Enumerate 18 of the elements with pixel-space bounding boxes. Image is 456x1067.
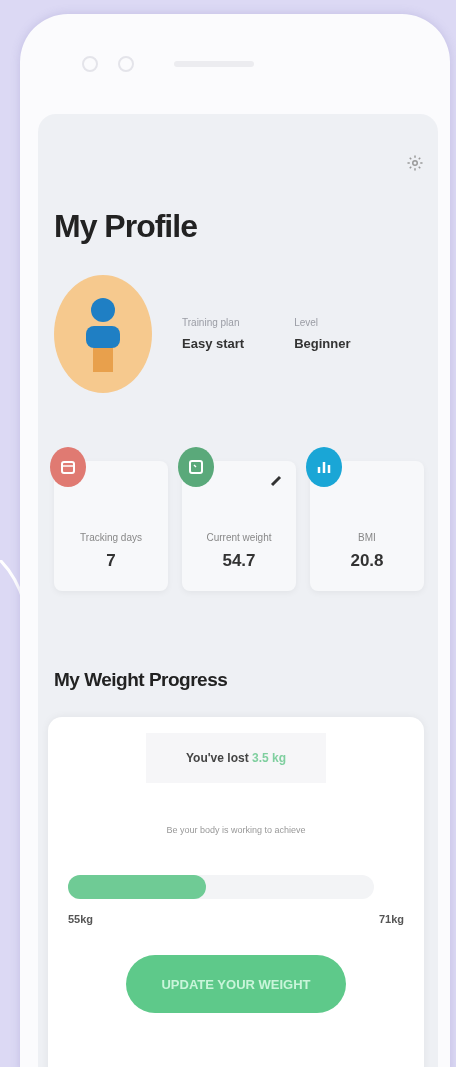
plan-value: Easy start [182, 336, 245, 351]
update-weight-button[interactable]: UPDATE YOUR WEIGHT [126, 955, 346, 1013]
goal-weight: 71kg [378, 913, 404, 925]
stat-label: BMI [358, 532, 376, 543]
stat-value: 54.7 [222, 551, 256, 571]
progress-note: Be your body is working to achieve [166, 825, 306, 835]
page-title: My Profile [54, 208, 198, 245]
section-heading: My Weight Progress [54, 669, 229, 691]
stat-label: Current weight [206, 532, 272, 543]
start-weight: 55kg [68, 913, 94, 925]
stat-value: 7 [106, 551, 116, 571]
plan-label: Training plan [182, 317, 241, 328]
stat-value: 20.8 [350, 551, 384, 571]
stat-label: Tracking days [80, 532, 142, 543]
weight-lost-text: You've lost 3.5 kg [146, 733, 326, 783]
level-label: Level [294, 317, 320, 328]
level-value: Beginner [294, 336, 351, 351]
pencil-icon[interactable] [270, 475, 282, 487]
